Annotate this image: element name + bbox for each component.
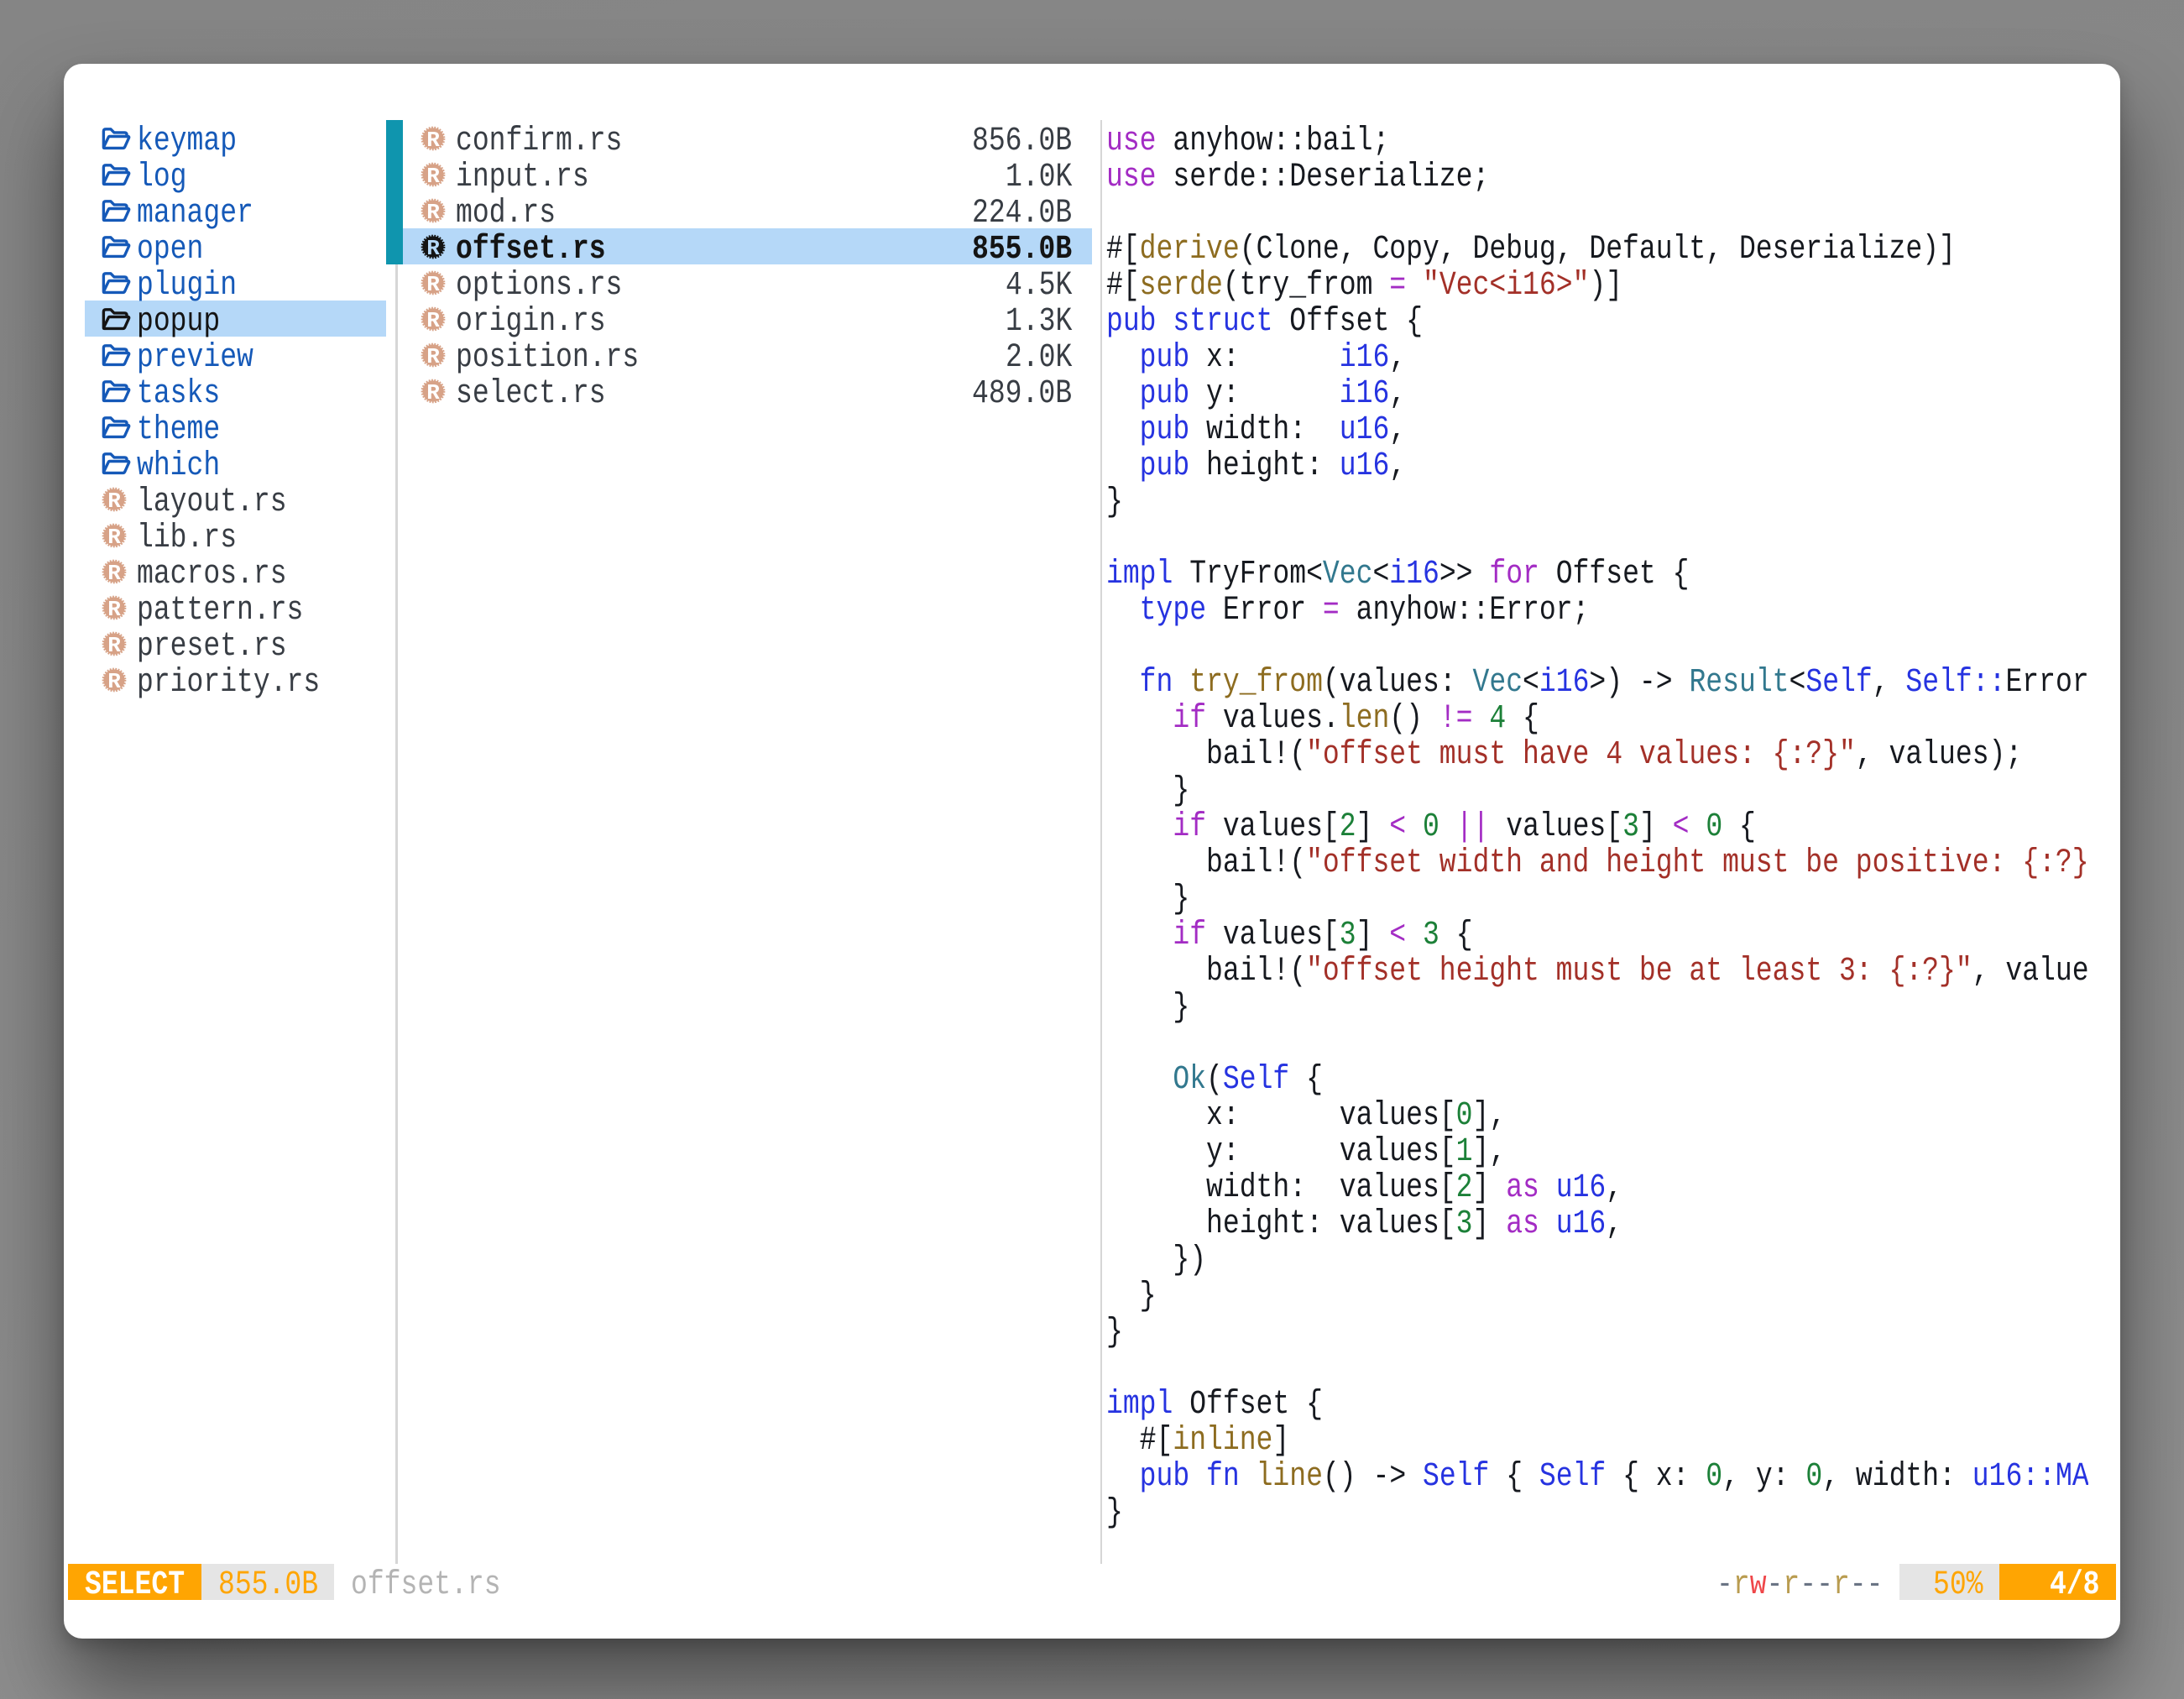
svg-text:R: R [107,597,121,621]
svg-text:R: R [107,525,121,549]
svg-text:R: R [107,633,121,657]
svg-text:R: R [426,164,440,188]
svg-text:R: R [426,380,440,405]
svg-text:R: R [426,344,440,369]
svg-text:R: R [426,128,440,152]
svg-text:R: R [426,272,440,296]
svg-text:R: R [426,200,440,224]
svg-text:R: R [426,236,440,260]
svg-text:R: R [107,489,121,513]
svg-text:R: R [107,669,121,693]
svg-text:R: R [426,308,440,332]
svg-text:R: R [107,561,121,585]
